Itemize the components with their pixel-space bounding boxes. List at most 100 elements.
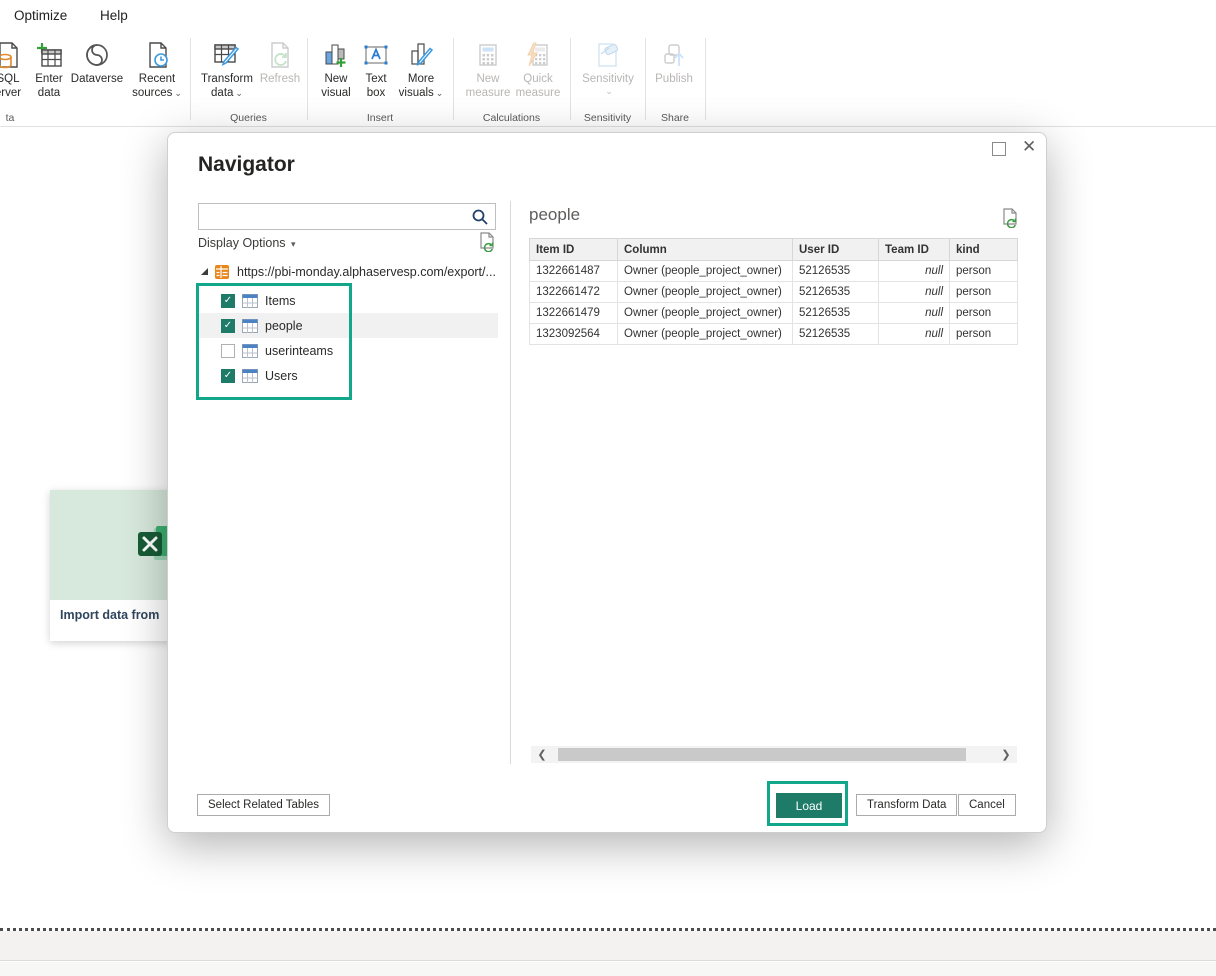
new-visual-button[interactable]: New visual [316, 38, 356, 101]
publish-icon [658, 38, 690, 72]
table-row: 1322661487 Owner (people_project_owner) … [530, 261, 1018, 282]
table-icon [242, 319, 258, 333]
preview-table-title: people [529, 205, 580, 225]
column-header[interactable]: User ID [793, 239, 879, 261]
text-box-button[interactable]: Text box [358, 38, 394, 101]
cancel-button[interactable]: Cancel [958, 794, 1016, 816]
cell-kind: person [950, 324, 1018, 345]
source-root-node[interactable]: https://pbi-monday.alphaservesp.com/expo… [198, 260, 496, 284]
sql-server-icon [0, 38, 24, 72]
column-header[interactable]: Column [618, 239, 793, 261]
new-visual-label: New visual [316, 72, 356, 101]
transform-data-label: Transform data⌄ [198, 72, 256, 101]
cell-item-id: 1322661487 [530, 261, 618, 282]
group-label-calculations: Calculations [453, 112, 570, 124]
tree-refresh-icon[interactable] [478, 232, 496, 252]
column-header[interactable]: kind [950, 239, 1018, 261]
tree-item-label: people [265, 319, 303, 333]
bottom-strip [0, 962, 1216, 976]
scrollbar-track[interactable] [553, 748, 995, 761]
maximize-icon[interactable] [992, 142, 1006, 156]
display-options-dropdown[interactable]: Display Options ▾ [198, 236, 296, 250]
dataverse-button[interactable]: Dataverse [68, 38, 126, 86]
chevron-down-icon: ▾ [291, 239, 296, 249]
tree-item-users[interactable]: ✓ Users [198, 363, 498, 388]
dropdown-caret-icon: ⌄ [235, 88, 243, 98]
load-button[interactable]: Load [776, 793, 842, 818]
dialog-title: Navigator [198, 153, 295, 177]
sql-server-label: SQL [0, 72, 20, 86]
recent-sources-label: Recent sources⌄ [126, 72, 188, 101]
horizontal-scrollbar[interactable]: ❮ ❯ [531, 746, 1017, 763]
source-url: https://pbi-monday.alphaservesp.com/expo… [237, 265, 496, 279]
scrollbar-thumb[interactable] [558, 748, 966, 761]
table-row: 1323092564 Owner (people_project_owner) … [530, 324, 1018, 345]
publish-label: Publish [655, 72, 693, 86]
cell-column: Owner (people_project_owner) [618, 303, 793, 324]
quick-measure-label: Quick measure [510, 72, 566, 101]
search-box [198, 203, 496, 230]
checkbox-items[interactable]: ✓ [221, 294, 235, 308]
enter-data-button[interactable]: Enter data [28, 38, 70, 101]
publish-button: Publish [650, 38, 698, 86]
status-bar [0, 931, 1216, 961]
close-icon[interactable]: ✕ [1022, 137, 1036, 157]
checkbox-users[interactable]: ✓ [221, 369, 235, 383]
cell-team-id: null [879, 261, 950, 282]
column-header[interactable]: Item ID [530, 239, 618, 261]
recent-sources-button[interactable]: Recent sources⌄ [126, 38, 188, 101]
tree-item-userinteams[interactable]: userinteams [198, 338, 498, 363]
group-label-sensitivity: Sensitivity [570, 112, 645, 124]
ribbon-separator [453, 38, 454, 120]
cell-item-id: 1322661472 [530, 282, 618, 303]
power-bi-desktop-window: Optimize Help SQL erver [0, 0, 1216, 976]
cell-team-id: null [879, 282, 950, 303]
quick-measure-icon [522, 38, 554, 72]
preview-refresh-icon[interactable] [1001, 208, 1019, 228]
transform-data-button[interactable]: Transform data⌄ [198, 38, 256, 101]
table-icon [242, 344, 258, 358]
ribbon-separator [190, 38, 191, 120]
cell-column: Owner (people_project_owner) [618, 324, 793, 345]
new-measure-icon [472, 38, 504, 72]
sensitivity-label: Sensitivity [582, 72, 634, 86]
search-input[interactable] [205, 206, 465, 227]
column-header[interactable]: Team ID [879, 239, 950, 261]
new-measure-button: New measure [462, 38, 514, 101]
pane-divider [510, 201, 511, 764]
menu-help[interactable]: Help [100, 8, 128, 23]
transform-data-icon [211, 38, 243, 72]
ribbon-separator [705, 38, 706, 120]
refresh-icon [264, 38, 296, 72]
menu-optimize[interactable]: Optimize [14, 8, 67, 23]
checkbox-userinteams[interactable] [221, 344, 235, 358]
group-label-insert: Insert [307, 112, 453, 124]
ribbon: SQL erver Enter data [0, 30, 1216, 127]
tree-item-label: userinteams [265, 344, 333, 358]
cell-kind: person [950, 282, 1018, 303]
sql-server-label2: erver [0, 86, 21, 100]
tree-item-label: Items [265, 294, 296, 308]
cell-item-id: 1322661479 [530, 303, 618, 324]
checkbox-people[interactable]: ✓ [221, 319, 235, 333]
scroll-left-icon[interactable]: ❮ [531, 748, 553, 761]
cell-user-id: 52126535 [793, 261, 879, 282]
scroll-right-icon[interactable]: ❯ [995, 748, 1017, 761]
sensitivity-button: Sensitivity ⌄ [580, 38, 636, 98]
check-icon: ✓ [224, 371, 232, 381]
transform-data-button-dialog[interactable]: Transform Data [856, 794, 957, 816]
select-related-tables-button[interactable]: Select Related Tables [197, 794, 330, 816]
preview-table: Item ID Column User ID Team ID kind 1322… [529, 238, 1018, 345]
more-visuals-icon [405, 38, 437, 72]
tree-item-people[interactable]: ✓ people [198, 313, 498, 338]
tree-item-items[interactable]: ✓ Items [198, 288, 498, 313]
text-box-label: Text box [358, 72, 394, 101]
table-row: 1322661479 Owner (people_project_owner) … [530, 303, 1018, 324]
ribbon-separator [570, 38, 571, 120]
check-icon: ✓ [224, 296, 232, 306]
search-icon[interactable] [471, 208, 489, 226]
cell-user-id: 52126535 [793, 282, 879, 303]
group-label-data: ta [0, 112, 20, 124]
more-visuals-button[interactable]: More visuals⌄ [394, 38, 448, 101]
expander-triangle-icon[interactable] [201, 268, 208, 275]
